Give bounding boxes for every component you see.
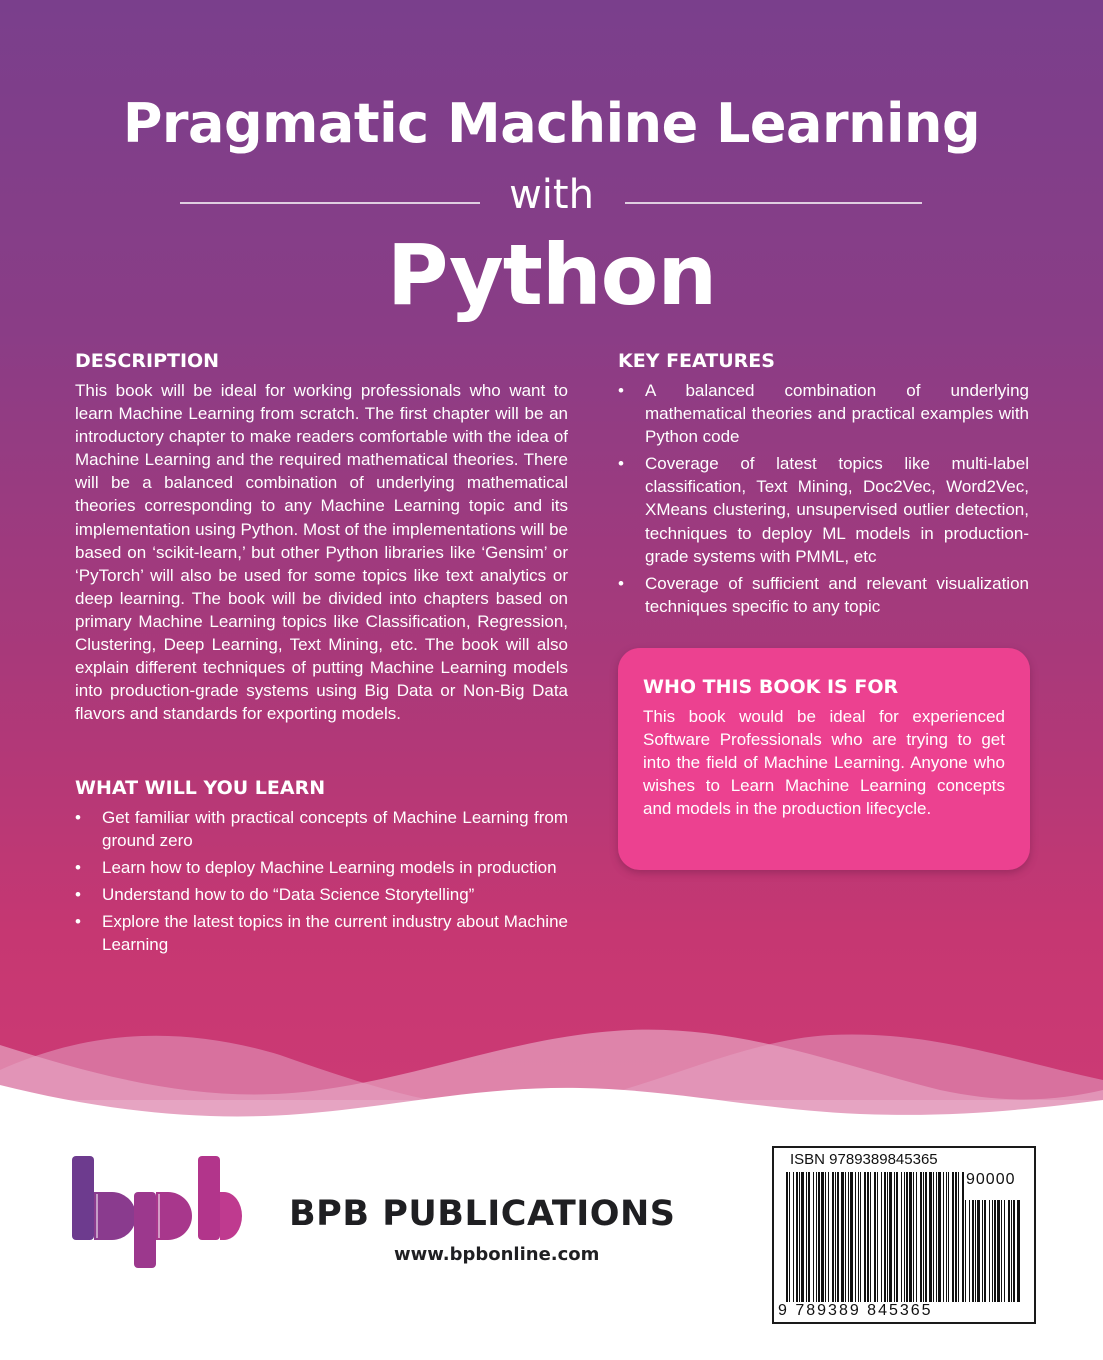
audience-text: This book would be ideal for experienced… xyxy=(643,707,1005,819)
features-heading: KEY FEATURES xyxy=(618,350,775,372)
description-text: This book will be ideal for working prof… xyxy=(75,381,568,724)
learn-item-text: Explore the latest topics in the current… xyxy=(102,912,568,955)
learn-list: • Get familiar with practical concepts of… xyxy=(75,806,568,961)
description-heading: DESCRIPTION xyxy=(75,350,220,372)
bullet-icon: • xyxy=(75,808,81,827)
price-code: 90000 xyxy=(966,1171,1016,1188)
bullet-icon: • xyxy=(75,885,81,905)
feature-item: • Coverage of latest topics like multi-la… xyxy=(618,452,1029,567)
barcode-digits: 9 789389 845365 xyxy=(778,1302,933,1319)
book-back-cover: Pragmatic Machine Learning with Python D… xyxy=(0,0,1103,1360)
learn-item-text: Get familiar with practical concepts of … xyxy=(102,808,568,851)
barcode-icon xyxy=(786,1172,1020,1302)
feature-item: • Coverage of sufficient and relevant vis… xyxy=(618,572,1029,618)
title-connector: with xyxy=(509,172,594,218)
feature-item: • A balanced combination of underlying ma… xyxy=(618,379,1029,448)
learn-item: • Understand how to do “Data Science Stor… xyxy=(75,883,568,906)
learn-item-text: Understand how to do “Data Science Story… xyxy=(102,885,475,905)
learn-item: • Get familiar with practical concepts of… xyxy=(75,806,568,852)
bullet-icon: • xyxy=(75,912,81,932)
bullet-icon: • xyxy=(618,454,624,474)
learn-item: • Explore the latest topics in the curren… xyxy=(75,910,568,956)
wave-decoration xyxy=(0,1029,1103,1140)
features-list: • A balanced combination of underlying ma… xyxy=(618,379,1029,622)
bpb-logo-icon: bpb xyxy=(72,1156,242,1268)
learn-item-text: Learn how to deploy Machine Learning mod… xyxy=(102,858,557,878)
bullet-icon: • xyxy=(618,381,624,400)
feature-item-text: Coverage of latest topics like multi-lab… xyxy=(645,454,1029,566)
publisher-name: BPB PUBLICATIONS xyxy=(289,1194,676,1234)
isbn-label: ISBN 9789389845365 xyxy=(790,1151,938,1168)
learn-item: • Learn how to deploy Machine Learning mo… xyxy=(75,856,568,879)
learn-heading: WHAT WILL YOU LEARN xyxy=(75,777,326,799)
bullet-icon: • xyxy=(618,573,624,593)
book-subtitle: Python xyxy=(386,226,717,324)
publisher-url: www.bpbonline.com xyxy=(394,1244,600,1265)
title-divider-right xyxy=(625,202,922,204)
bullet-icon: • xyxy=(75,858,81,878)
book-title: Pragmatic Machine Learning xyxy=(122,92,981,155)
audience-heading: WHO THIS BOOK IS FOR xyxy=(643,676,899,698)
feature-item-text: A balanced combination of underlying mat… xyxy=(645,381,1029,447)
feature-item-text: Coverage of sufficient and relevant visu… xyxy=(645,573,1029,616)
